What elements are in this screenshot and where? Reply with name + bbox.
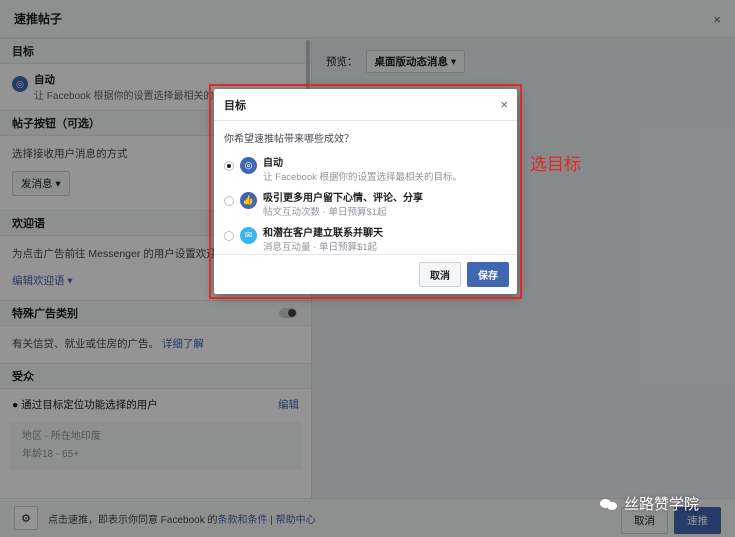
radio-auto[interactable] xyxy=(224,161,234,171)
objective-option-messages[interactable]: ✉ 和潜在客户建立联系并聊天 消息互动量 · 单日预算$1起 xyxy=(214,221,517,256)
option-desc: 让 Facebook 根据你的设置选择最相关的目标。 xyxy=(263,172,462,183)
radio-engagement[interactable] xyxy=(224,196,234,206)
objective-modal: 目标 × 你希望速推帖带来哪些成效？ ◎ 自动 让 Facebook 根据你的设… xyxy=(214,89,517,294)
modal-close-icon[interactable]: × xyxy=(500,97,508,112)
option-desc: 帖文互动次数 · 单日预算$1起 xyxy=(263,207,387,218)
option-title: 吸引更多用户留下心情、评论、分享 xyxy=(263,193,423,204)
target-icon: ◎ xyxy=(240,157,257,174)
watermark-text: 丝路赞学院 xyxy=(624,496,700,513)
option-title: 自动 xyxy=(263,158,283,169)
wechat-icon xyxy=(600,497,618,511)
thumbs-up-icon: 👍 xyxy=(240,192,257,209)
modal-footer: 取消 保存 xyxy=(214,254,517,294)
modal-question: 你希望速推帖带来哪些成效？ xyxy=(224,134,354,145)
modal-save-button[interactable]: 保存 xyxy=(467,262,509,287)
messenger-icon: ✉ xyxy=(240,227,257,244)
option-desc: 消息互动量 · 单日预算$1起 xyxy=(263,242,378,253)
annotation-text: 选目标 xyxy=(530,155,581,174)
option-title: 和潜在客户建立联系并聊天 xyxy=(263,228,383,239)
modal-header: 目标 xyxy=(214,89,517,121)
modal-title: 目标 xyxy=(224,99,246,112)
objective-option-auto[interactable]: ◎ 自动 让 Facebook 根据你的设置选择最相关的目标。 xyxy=(214,151,517,186)
modal-cancel-button[interactable]: 取消 xyxy=(419,262,461,287)
watermark: 丝路赞学院 xyxy=(600,493,699,514)
radio-messages[interactable] xyxy=(224,231,234,241)
objective-option-engagement[interactable]: 👍 吸引更多用户留下心情、评论、分享 帖文互动次数 · 单日预算$1起 xyxy=(214,186,517,221)
